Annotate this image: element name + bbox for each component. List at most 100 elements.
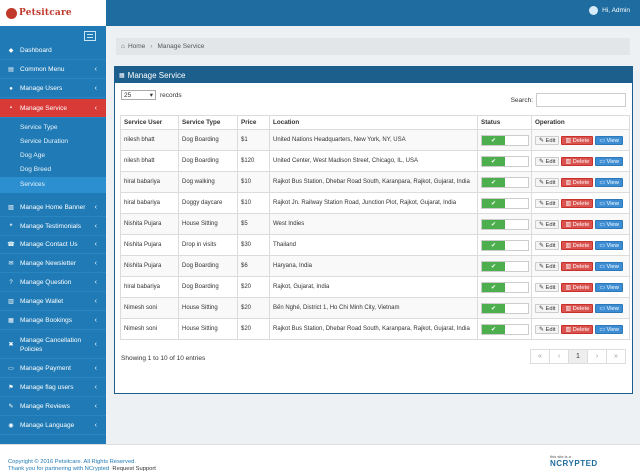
view-button[interactable]: ▭ View [595, 303, 623, 313]
status-toggle[interactable]: ✔ [481, 218, 529, 230]
delete-button[interactable]: ▥ Delete [561, 261, 594, 271]
column-header-status[interactable]: Status [477, 115, 532, 130]
edit-button[interactable]: ✎ Edit [535, 219, 560, 229]
sidebar-item-manage-service[interactable]: ▪ Manage Service ‹ [0, 99, 106, 118]
edit-button[interactable]: ✎ Edit [535, 261, 560, 271]
status-toggle[interactable]: ✔ [481, 134, 529, 146]
view-button[interactable]: ▭ View [595, 156, 623, 166]
records-label: records [160, 91, 182, 99]
cancel-icon: ✖ [8, 342, 14, 348]
view-button[interactable]: ▭ View [595, 240, 623, 250]
sidebar-item-manage-question[interactable]: ? Manage Question ‹ [0, 274, 106, 292]
monitor-icon: ▭ [599, 137, 605, 144]
prev-page-button[interactable]: ‹ [549, 349, 569, 364]
status-cell: ✔ [477, 255, 532, 277]
edit-button[interactable]: ✎ Edit [535, 240, 560, 250]
sidebar-subitem-dog-breed[interactable]: Dog Breed [0, 163, 106, 177]
view-button[interactable]: ▭ View [595, 177, 623, 187]
status-toggle[interactable]: ✔ [481, 323, 529, 335]
location-cell: Bến Nghé, District 1, Ho Chi Minh City, … [269, 297, 478, 319]
user-label: Hi, Admin [602, 7, 630, 14]
operation-cell: ✎ Edit ▥ Delete ▭ View [531, 297, 630, 319]
records-length-select[interactable]: 25 ▾ [121, 90, 156, 100]
sidebar-item-manage-newsletter[interactable]: ✉ Manage Newsletter ‹ [0, 255, 106, 273]
sidebar-item-manage-language[interactable]: ◉ Manage Language ‹ [0, 417, 106, 435]
check-icon: ✔ [482, 177, 505, 187]
first-page-button[interactable]: « [530, 349, 550, 364]
sidebar-item-common-menu[interactable]: ▤ Common Menu ‹ [0, 61, 106, 79]
sidebar-subitem-dog-age[interactable]: Dog Age [0, 149, 106, 163]
delete-button[interactable]: ▥ Delete [561, 282, 594, 292]
view-button[interactable]: ▭ View [595, 135, 623, 145]
delete-button[interactable]: ▥ Delete [561, 177, 594, 187]
status-toggle[interactable]: ✔ [481, 176, 529, 188]
delete-button[interactable]: ▥ Delete [561, 135, 594, 145]
delete-button[interactable]: ▥ Delete [561, 303, 594, 313]
delete-button[interactable]: ▥ Delete [561, 156, 594, 166]
sidebar-subitem-services[interactable]: Services [0, 177, 106, 193]
chevron-left-icon: ‹ [94, 341, 97, 348]
view-button[interactable]: ▭ View [595, 282, 623, 292]
delete-button[interactable]: ▥ Delete [561, 219, 594, 229]
status-toggle[interactable]: ✔ [481, 281, 529, 293]
sidebar-item-dashboard[interactable]: ◆ Dashboard [0, 42, 106, 60]
chevron-left-icon: ‹ [94, 223, 97, 230]
sidebar-item-manage-payment[interactable]: ▭ Manage Payment ‹ [0, 360, 106, 378]
copyright-text: Copyright © 2016 Petsitcare. All Rights … [8, 459, 136, 465]
globe-icon: ◉ [8, 423, 14, 429]
column-header-price[interactable]: Price [237, 115, 270, 130]
status-toggle[interactable]: ✔ [481, 239, 529, 251]
sidebar-item-manage-flag-users[interactable]: ⚑ Manage flag users ‹ [0, 379, 106, 397]
status-toggle[interactable]: ✔ [481, 260, 529, 272]
sidebar-item-manage-cancellation-policies[interactable]: ✖ Manage Cancellation Policies ‹ [0, 331, 106, 359]
sidebar-subitem-service-duration[interactable]: Service Duration [0, 135, 106, 149]
next-page-button[interactable]: › [587, 349, 607, 364]
breadcrumb-home[interactable]: Home [128, 43, 145, 50]
view-button[interactable]: ▭ View [595, 261, 623, 271]
column-header-operation[interactable]: Operation [531, 115, 630, 130]
edit-button[interactable]: ✎ Edit [535, 282, 560, 292]
status-toggle[interactable]: ✔ [481, 155, 529, 167]
view-button[interactable]: ▭ View [595, 324, 623, 334]
column-header-service-user[interactable]: Service User [120, 115, 179, 130]
edit-button[interactable]: ✎ Edit [535, 156, 560, 166]
ncrypted-brand[interactable]: this site is a NCRYPTED [550, 454, 632, 472]
sidebar-item-manage-bookings[interactable]: ▦ Manage Bookings ‹ [0, 312, 106, 330]
check-icon: ✔ [482, 303, 505, 313]
edit-button[interactable]: ✎ Edit [535, 177, 560, 187]
sidebar-item-manage-home-banner[interactable]: ▧ Manage Home Banner ‹ [0, 199, 106, 217]
home-icon[interactable]: ⌂ [121, 43, 125, 50]
status-toggle[interactable]: ✔ [481, 302, 529, 314]
sidebar-item-manage-contact-us[interactable]: ☎ Manage Contact Us ‹ [0, 236, 106, 254]
logo[interactable]: Petsitcare [0, 0, 106, 26]
column-header-service-type[interactable]: Service Type [178, 115, 238, 130]
sidebar-item-manage-users[interactable]: ● Manage Users ‹ [0, 80, 106, 98]
column-header-location[interactable]: Location [269, 115, 478, 130]
sidebar-item-manage-wallet[interactable]: ▥ Manage Wallet ‹ [0, 293, 106, 311]
sidebar-item-manage-reviews[interactable]: ✎ Manage Reviews ‹ [0, 398, 106, 416]
edit-button[interactable]: ✎ Edit [535, 303, 560, 313]
search-input[interactable] [536, 93, 626, 107]
edit-button[interactable]: ✎ Edit [535, 324, 560, 334]
edit-button[interactable]: ✎ Edit [535, 135, 560, 145]
sidebar-toggle-icon[interactable] [84, 31, 96, 41]
sidebar-item-label: Dashboard [20, 47, 52, 54]
view-button[interactable]: ▭ View [595, 219, 623, 229]
sidebar-item-manage-testimonials[interactable]: ❝ Manage Testimonials ‹ [0, 218, 106, 236]
page-1-button[interactable]: 1 [568, 349, 588, 364]
status-toggle[interactable]: ✔ [481, 197, 529, 209]
request-support-link[interactable]: Request Support [112, 466, 156, 472]
edit-icon: ✎ [539, 326, 544, 333]
sidebar-subitem-service-type[interactable]: Service Type [0, 121, 106, 135]
monitor-icon: ▭ [599, 158, 605, 165]
delete-button[interactable]: ▥ Delete [561, 198, 594, 208]
edit-button[interactable]: ✎ Edit [535, 198, 560, 208]
user-menu[interactable]: Hi, Admin [589, 6, 630, 15]
delete-button[interactable]: ▥ Delete [561, 240, 594, 250]
operation-cell: ✎ Edit ▥ Delete ▭ View [531, 234, 630, 256]
last-page-button[interactable]: » [606, 349, 626, 364]
check-icon: ✔ [482, 198, 505, 208]
service-type-cell: Dog Boarding [178, 255, 238, 277]
view-button[interactable]: ▭ View [595, 198, 623, 208]
delete-button[interactable]: ▥ Delete [561, 324, 594, 334]
